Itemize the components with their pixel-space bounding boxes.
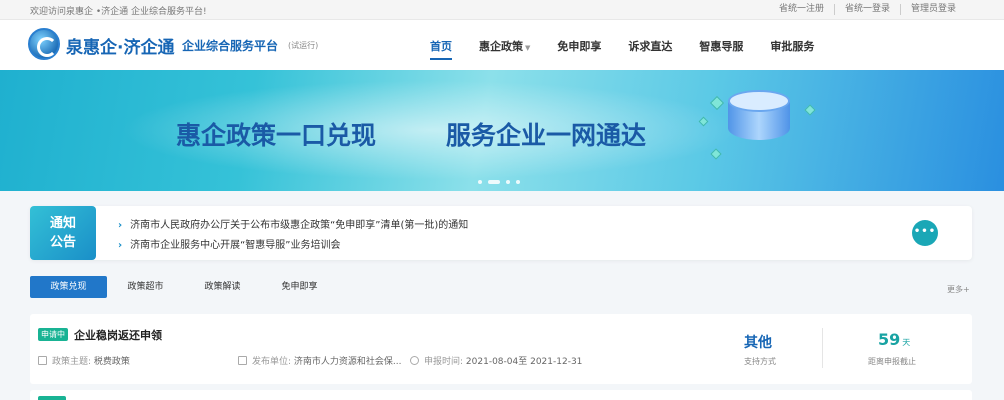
nav-policies-label: 惠企政策 bbox=[479, 40, 523, 53]
nav-exempt-apply[interactable]: 免申即享 bbox=[557, 38, 601, 62]
carousel-dot-active[interactable] bbox=[488, 180, 500, 184]
more-link[interactable]: 更多+ bbox=[947, 284, 970, 295]
main-nav: 首页 惠企政策 ▼ 免申即享 诉求直达 智惠导服 审批服务 bbox=[430, 38, 841, 62]
notice-tag-line2: 公告 bbox=[49, 235, 76, 250]
cylinder-top bbox=[728, 90, 790, 112]
nav-policies[interactable]: 惠企政策 ▼ bbox=[479, 38, 530, 62]
banner-slogan-left: 惠企政策一口兑现 bbox=[176, 121, 377, 150]
carousel-dot[interactable] bbox=[478, 180, 482, 184]
tab-policy-interpretation[interactable]: 政策解读 bbox=[184, 276, 261, 298]
chevron-right-icon: › bbox=[118, 240, 123, 251]
notice-tag: 通知 公告 bbox=[30, 206, 96, 260]
policy-topic: 政策主题: 税费政策 bbox=[38, 354, 130, 367]
tab-exempt-apply[interactable]: 免申即享 bbox=[261, 276, 338, 298]
notice-item-text: 济南市人民政府办公厅关于公布市级惠企政策“免申即享”清单(第一批)的通知 bbox=[130, 220, 469, 231]
notice-item-text: 济南市企业服务中心开展“智惠导服”业务培训会 bbox=[130, 240, 341, 251]
days-remaining: 59 天 bbox=[878, 330, 910, 349]
support-method-value: 其他 bbox=[744, 335, 772, 351]
building-icon bbox=[238, 356, 247, 365]
period-label: 申报时间: bbox=[424, 357, 464, 367]
top-bar: 欢迎访问泉惠企 •济企通 企业综合服务平台! 省统一注册 省统一登录 管理员登录 bbox=[0, 0, 1004, 20]
status-badge bbox=[38, 396, 66, 400]
policy-period: 申报时间: 2021-08-04至 2021-12-31 bbox=[410, 354, 582, 367]
policy-title[interactable]: 企业稳岗返还申领 bbox=[74, 327, 162, 343]
notice-item[interactable]: › 济南市企业服务中心开展“智惠导服”业务培训会 bbox=[118, 236, 341, 251]
policy-publisher: 发布单位: 济南市人力资源和社会保... bbox=[238, 354, 402, 367]
site-header: 泉惠企·济企通 企业综合服务平台 (试运行) 首页 惠企政策 ▼ 免申即享 诉求直… bbox=[0, 20, 1004, 70]
nav-smart-guide-label: 智惠导服 bbox=[699, 40, 744, 53]
nav-appeals[interactable]: 诉求直达 bbox=[628, 38, 672, 62]
policy-card[interactable]: 申请中 企业稳岗返还申领 政策主题: 税费政策 发布单位: 济南市人力资源和社会… bbox=[30, 314, 972, 384]
document-icon bbox=[38, 356, 47, 365]
days-unit: 天 bbox=[902, 338, 911, 347]
topic-value: 税费政策 bbox=[93, 357, 130, 367]
hero-banner[interactable]: 惠企政策一口兑现 服务企业一网通达 bbox=[0, 70, 1004, 191]
chevron-right-icon: › bbox=[118, 220, 123, 231]
data-cylinder-icon bbox=[728, 86, 790, 142]
carousel-dot[interactable] bbox=[506, 180, 510, 184]
tab-policy-market[interactable]: 政策超市 bbox=[107, 276, 184, 298]
nav-approval[interactable]: 审批服务 bbox=[770, 38, 814, 62]
brand-name[interactable]: 泉惠企·济企通 bbox=[66, 33, 174, 58]
nav-home[interactable]: 首页 bbox=[430, 38, 452, 62]
card-divider bbox=[822, 328, 823, 368]
banner-slogan-right: 服务企业一网通达 bbox=[446, 121, 647, 150]
period-value: 2021-08-04至 2021-12-31 bbox=[465, 357, 583, 367]
more-icon[interactable]: ••• bbox=[912, 220, 938, 246]
nav-exempt-apply-label: 免申即享 bbox=[557, 40, 602, 53]
topic-label: 政策主题: bbox=[52, 357, 92, 367]
brand-subtitle: 企业综合服务平台 bbox=[182, 39, 279, 53]
account-links: 省统一注册 省统一登录 管理员登录 bbox=[769, 4, 966, 15]
tab-policy-cashing[interactable]: 政策兑现 bbox=[30, 276, 107, 298]
nav-appeals-label: 诉求直达 bbox=[628, 40, 673, 53]
carousel-dots bbox=[478, 180, 526, 184]
trial-label: (试运行) bbox=[288, 41, 319, 50]
notice-panel: 通知 公告 › 济南市人民政府办公厅关于公布市级惠企政策“免申即享”清单(第一批)… bbox=[30, 206, 972, 260]
days-label: 距离申报截止 bbox=[868, 357, 916, 366]
register-link[interactable]: 省统一注册 bbox=[769, 4, 834, 15]
notice-item[interactable]: › 济南市人民政府办公厅关于公布市级惠企政策“免申即享”清单(第一批)的通知 bbox=[118, 216, 468, 231]
nav-home-label: 首页 bbox=[430, 40, 452, 53]
login-link[interactable]: 省统一登录 bbox=[833, 4, 900, 15]
nav-smart-guide[interactable]: 智惠导服 bbox=[699, 38, 743, 62]
days-value: 59 bbox=[878, 330, 901, 349]
notice-tag-line1: 通知 bbox=[49, 216, 76, 231]
cube-icon bbox=[804, 104, 816, 116]
chevron-down-icon: ▼ bbox=[525, 44, 531, 52]
clock-icon bbox=[410, 356, 419, 365]
welcome-text: 欢迎访问泉惠企 •济企通 企业综合服务平台! bbox=[30, 7, 207, 17]
logo-icon[interactable] bbox=[28, 28, 60, 60]
support-method-label: 支持方式 bbox=[744, 357, 776, 366]
policy-card-partial[interactable] bbox=[30, 390, 972, 400]
nav-approval-label: 审批服务 bbox=[770, 40, 815, 53]
status-badge: 申请中 bbox=[38, 328, 68, 341]
publisher-label: 发布单位: bbox=[252, 357, 292, 367]
publisher-value: 济南市人力资源和社会保... bbox=[293, 357, 402, 367]
carousel-dot[interactable] bbox=[516, 180, 520, 184]
policy-tabs: 政策兑现 政策超市 政策解读 免申即享 bbox=[30, 276, 338, 298]
admin-login-link[interactable]: 管理员登录 bbox=[899, 4, 966, 15]
